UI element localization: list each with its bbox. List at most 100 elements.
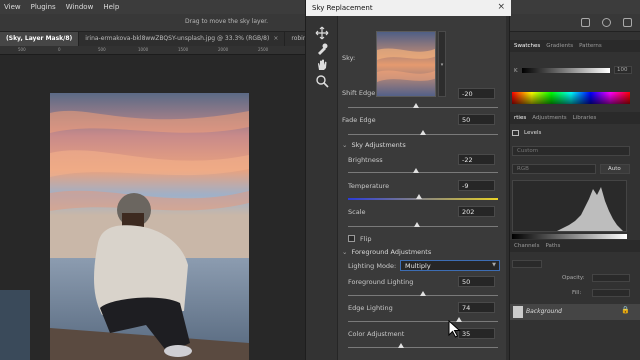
tab-sky-layer-mask[interactable]: (Sky, Layer Mask/8) (0, 32, 80, 46)
properties-panel-tabs: rties Adjustments Libraries (510, 112, 640, 124)
input-levels-gradient[interactable] (512, 234, 627, 239)
lighting-mode-label: Lighting Mode: (348, 262, 397, 270)
chevron-down-icon: ⌄ (342, 141, 348, 149)
k-value-field[interactable]: 100 (614, 66, 632, 74)
document-photo[interactable] (50, 93, 249, 360)
color-adjustment-slider-thumb[interactable] (397, 343, 404, 348)
temperature-label: Temperature (348, 182, 390, 190)
close-icon[interactable]: × (497, 2, 505, 12)
sky-preset-thumbnail[interactable] (376, 31, 436, 97)
tab-gradients[interactable]: Gradients (546, 43, 573, 49)
sky-adjustments-section[interactable]: ⌄ Sky Adjustments (342, 141, 406, 149)
auto-button[interactable]: Auto (600, 164, 630, 174)
k-value: 100 (617, 67, 628, 73)
menu-plugins[interactable]: Plugins (31, 3, 56, 11)
shift-edge-label: Shift Edge (342, 89, 376, 97)
k-slider[interactable] (522, 68, 610, 73)
color-spectrum[interactable] (512, 92, 630, 104)
edge-lighting-label: Edge Lighting (348, 304, 393, 312)
background-image-fragment (0, 290, 30, 360)
foreground-lighting-value[interactable]: 50 (458, 276, 495, 287)
tab-patterns[interactable]: Patterns (579, 43, 602, 49)
edge-lighting-slider-track[interactable] (348, 321, 498, 322)
layer-thumbnail (513, 306, 523, 318)
levels-icon (512, 130, 519, 136)
tab-label: irina-ermakova-bkl8wwZBQSY-unsplash.jpg … (85, 35, 270, 42)
brightness-label: Brightness (348, 156, 383, 164)
dialog-toolbar (306, 16, 338, 360)
sky-brush-icon[interactable] (315, 42, 329, 56)
photoshop-window: View Plugins Window Help Drag to move th… (0, 0, 640, 360)
horizontal-ruler: 500 0 500 1000 1500 2000 2500 (0, 46, 305, 55)
temperature-slider-track[interactable] (348, 198, 498, 200)
fill-field[interactable] (592, 289, 630, 297)
menu-window[interactable]: Window (66, 3, 94, 11)
opacity-field[interactable] (592, 274, 630, 282)
sky-dropdown-arrow[interactable]: ▾ (438, 31, 446, 97)
shift-edge-value[interactable]: -20 (458, 88, 495, 99)
dialog-title: Sky Replacement (312, 4, 373, 12)
scale-slider-thumb[interactable] (414, 222, 420, 227)
channel-select[interactable]: RGB (512, 164, 596, 174)
blend-mode-select[interactable] (512, 260, 542, 268)
opacity-label: Opacity: (562, 275, 585, 281)
layer-row-background[interactable]: Background 🔒 (510, 304, 640, 320)
scale-slider-track[interactable] (348, 226, 498, 227)
channel-value: RGB (517, 166, 529, 172)
brightness-slider-track[interactable] (348, 172, 498, 173)
ruler-mark: 2500 (258, 47, 269, 52)
menu-view[interactable]: View (4, 3, 21, 11)
foreground-lighting-label: Foreground Lighting (348, 278, 414, 286)
color-k-label: K (514, 68, 518, 74)
fade-edge-value[interactable]: 50 (458, 114, 495, 125)
tab-libraries[interactable]: Libraries (573, 115, 597, 121)
shift-edge-slider-thumb[interactable] (412, 103, 419, 108)
close-icon[interactable]: × (273, 35, 278, 42)
color-adjustment-value[interactable]: 35 (458, 328, 495, 339)
zoom-tool-icon[interactable] (315, 74, 329, 88)
tab-irina-ermakova[interactable]: irina-ermakova-bkl8wwZBQSY-unsplash.jpg … (79, 32, 286, 46)
tab-channels[interactable]: Channels (514, 243, 539, 249)
fade-edge-slider-thumb[interactable] (420, 130, 426, 135)
share-icon[interactable] (623, 18, 632, 27)
histogram-graph (557, 187, 623, 231)
workspace-icon[interactable] (581, 18, 590, 27)
auto-label: Auto (608, 166, 621, 172)
color-adjustment-slider-track[interactable] (348, 347, 498, 348)
dialog-title-bar[interactable]: Sky Replacement × (306, 0, 511, 16)
foreground-lighting-slider-thumb[interactable] (420, 291, 426, 296)
edge-lighting-value[interactable]: 74 (458, 302, 495, 313)
tab-adjustments[interactable]: Adjustments (532, 115, 566, 121)
hand-tool-icon[interactable] (315, 58, 329, 72)
foreground-adjustments-section[interactable]: ⌄ Foreground Adjustments (342, 248, 431, 256)
photo-illustration (50, 93, 249, 360)
flip-label: Flip (360, 235, 372, 243)
brightness-value[interactable]: -22 (458, 154, 495, 165)
preset-select[interactable]: Custom (512, 146, 630, 156)
mouse-cursor-icon (448, 320, 461, 338)
temperature-value[interactable]: -9 (458, 180, 495, 191)
chevron-down-icon: ⌄ (342, 248, 348, 256)
tab-swatches[interactable]: Swatches (514, 43, 540, 49)
tab-properties[interactable]: rties (514, 115, 526, 121)
brightness-slider-thumb[interactable] (412, 168, 419, 173)
search-icon[interactable] (602, 18, 611, 27)
dialog-content: Sky: ▾ Shift Edge -20 Fade Edge 50 ⌄ Sky… (338, 16, 509, 360)
lock-icon: 🔒 (621, 306, 630, 314)
dialog-scrollbar[interactable] (506, 16, 509, 360)
menu-help[interactable]: Help (103, 3, 119, 11)
lighting-mode-select[interactable]: Multiply ▼ (400, 260, 500, 271)
temperature-slider-thumb[interactable] (415, 194, 422, 199)
sky-preview-image (377, 32, 435, 96)
fade-edge-label: Fade Edge (342, 116, 376, 124)
move-tool-icon[interactable] (315, 26, 329, 40)
options-bar-right-icons (581, 18, 632, 27)
shift-edge-slider-track[interactable] (348, 107, 498, 108)
ruler-mark: 0 (58, 47, 61, 52)
flip-checkbox[interactable] (348, 235, 355, 242)
scale-value[interactable]: 202 (458, 206, 495, 217)
color-adjustment-label: Color Adjustment (348, 330, 405, 338)
layer-name: Background (526, 308, 562, 315)
sky-replacement-dialog: Sky Replacement × Sky: ▾ Shift Edge -20 … (305, 0, 511, 360)
tab-paths[interactable]: Paths (545, 243, 560, 249)
